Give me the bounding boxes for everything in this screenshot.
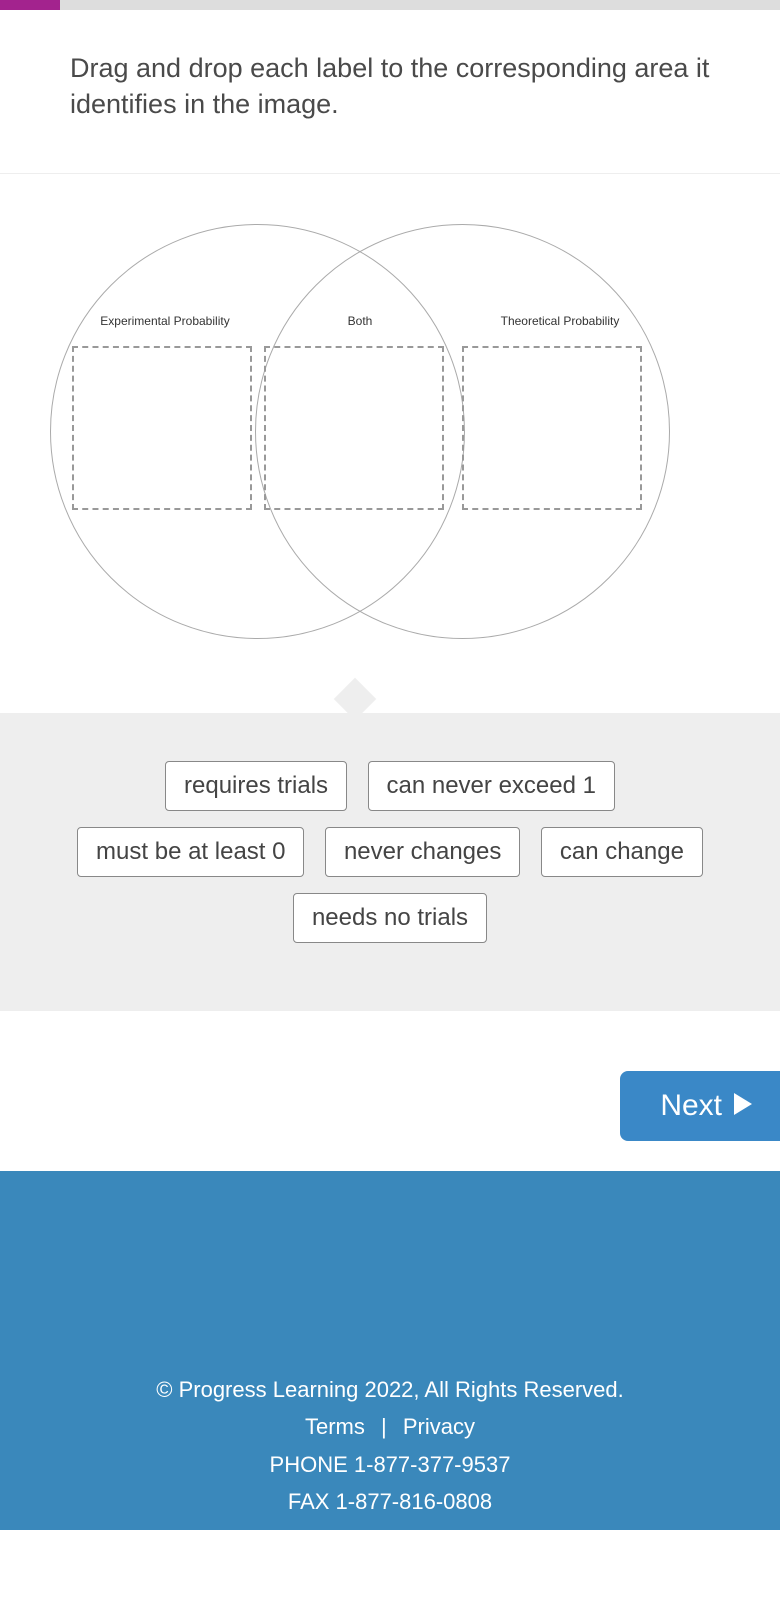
venn-diagram-area: Experimental Probability Both Theoretica… (0, 173, 780, 713)
question-area: Drag and drop each label to the correspo… (0, 10, 780, 173)
next-button-label: Next (660, 1089, 722, 1123)
progress-fill (0, 0, 60, 10)
label-chip[interactable]: can never exceed 1 (368, 761, 615, 811)
venn-label-right: Theoretical Probability (470, 314, 650, 328)
dropzone-theoretical[interactable] (462, 346, 642, 510)
venn-label-center: Both (330, 314, 390, 328)
label-chip[interactable]: requires trials (165, 761, 347, 811)
footer: © Progress Learning 2022, All Rights Res… (0, 1171, 780, 1531)
label-chip[interactable]: can change (541, 827, 703, 877)
venn-wrap: Experimental Probability Both Theoretica… (50, 224, 670, 644)
footer-fax: FAX 1-877-816-0808 (20, 1483, 760, 1520)
label-chip[interactable]: must be at least 0 (77, 827, 304, 877)
footer-terms-link[interactable]: Terms (305, 1414, 365, 1439)
play-icon (734, 1089, 752, 1123)
progress-bar (0, 0, 780, 10)
separator: | (381, 1414, 387, 1439)
nav-area: Next (0, 1011, 780, 1171)
footer-privacy-link[interactable]: Privacy (403, 1414, 475, 1439)
dropzone-both[interactable] (264, 346, 444, 510)
labels-tray: requires trials can never exceed 1 must … (0, 713, 780, 1011)
venn-label-left: Experimental Probability (85, 314, 245, 328)
label-chip[interactable]: never changes (325, 827, 520, 877)
dropzone-experimental[interactable] (72, 346, 252, 510)
footer-phone: PHONE 1-877-377-9537 (20, 1446, 760, 1483)
next-button[interactable]: Next (620, 1071, 780, 1141)
question-prompt: Drag and drop each label to the correspo… (70, 50, 710, 123)
footer-copyright: © Progress Learning 2022, All Rights Res… (20, 1371, 760, 1408)
label-chip[interactable]: needs no trials (293, 893, 487, 943)
